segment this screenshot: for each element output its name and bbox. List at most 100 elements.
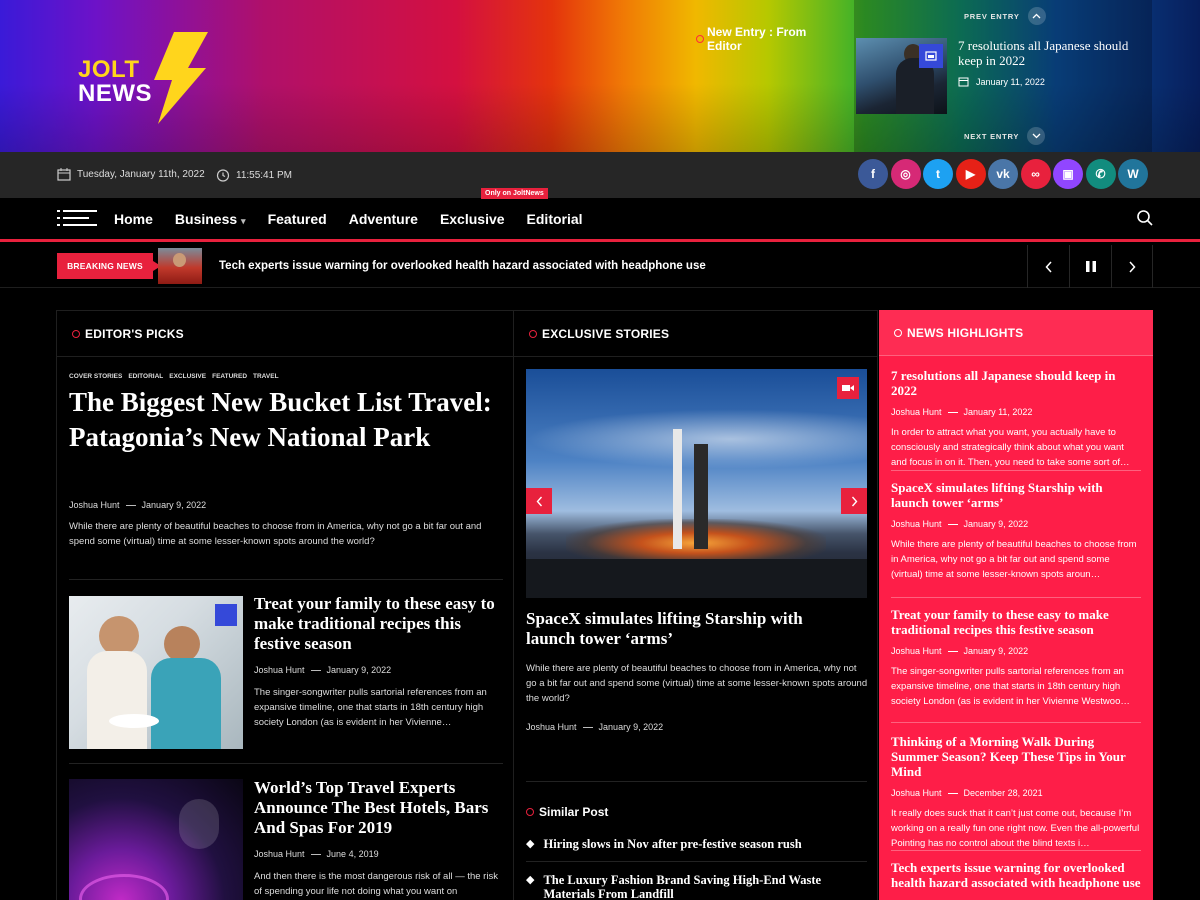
instagram-icon[interactable]: ◎ [890, 159, 921, 189]
category-tags: COVER STORIES EDITORIAL EXCLUSIVE FEATUR… [69, 373, 279, 380]
chevron-left-icon [536, 496, 542, 506]
ticker-prev-button[interactable] [1027, 245, 1069, 288]
section-heading: NEWS HIGHLIGHTS [879, 310, 1153, 356]
diamond-icon: ◆ [526, 838, 535, 850]
section-heading: EDITOR'S PICKS [57, 311, 513, 357]
author-name[interactable]: Joshua Hunt [254, 665, 305, 675]
youtube-icon[interactable]: ▶ [955, 159, 986, 189]
tag-exclusive[interactable]: EXCLUSIVE [169, 373, 206, 380]
article-title[interactable]: Treat your family to these easy to make … [254, 594, 504, 654]
site-logo[interactable]: JOLT NEWS [78, 30, 213, 125]
highlight-title[interactable]: Tech experts issue warning for overlooke… [891, 860, 1141, 890]
wordpress-icon[interactable]: W [1118, 159, 1148, 189]
article-date: January 9, 2022 [963, 646, 1029, 656]
new-entry-label[interactable]: New Entry : From Editor [696, 25, 816, 53]
chevron-right-icon [1129, 260, 1136, 273]
facebook-icon[interactable]: f [858, 159, 888, 189]
social-links: f ◎ t ▶ vk ∞ ▣ ✆ W [858, 159, 1148, 189]
author-name[interactable]: Joshua Hunt [254, 849, 305, 859]
twitter-icon[interactable]: t [923, 159, 953, 189]
main-article-title[interactable]: The Biggest New Bucket List Travel: Pata… [69, 385, 509, 455]
gallery-icon [215, 604, 237, 626]
slider-prev-button[interactable] [526, 488, 552, 514]
highlight-excerpt: The singer-songwriter pulls sartorial re… [891, 666, 1130, 707]
prev-entry-button[interactable]: PREV ENTRY [964, 7, 1046, 25]
author-name[interactable]: Joshua Hunt [891, 788, 942, 798]
nav-item-business[interactable]: Business ▾ [175, 211, 246, 227]
nav-badge: Only on JoltNews [481, 188, 548, 199]
author-name[interactable]: Joshua Hunt [891, 646, 942, 656]
tag-featured[interactable]: FEATURED [212, 373, 247, 380]
circle-icon [72, 329, 80, 338]
article-date: January 11, 2022 [963, 407, 1033, 417]
next-entry-button[interactable]: NEXT ENTRY [964, 127, 1046, 145]
video-camera-icon [837, 377, 859, 399]
info-bar: Tuesday, January 11th, 2022 11:55:41 PM … [0, 152, 1200, 198]
article-image[interactable] [69, 596, 243, 749]
highlight-title[interactable]: 7 resolutions all Japanese should keep i… [891, 368, 1141, 398]
entry-thumbnail[interactable] [856, 38, 947, 114]
nav-item-exclusive[interactable]: Exclusive [440, 211, 505, 227]
whatsapp-icon[interactable]: ✆ [1085, 159, 1116, 189]
chevron-down-icon: ▾ [241, 215, 246, 226]
tag-cover-stories[interactable]: COVER STORIES [69, 373, 122, 380]
article-date: January 9, 2022 [598, 722, 664, 732]
highlight-item: Tech experts issue warning for overlooke… [891, 860, 1141, 890]
entry-date: January 11, 2022 [958, 76, 1045, 87]
clock-icon [216, 169, 230, 182]
ticker-next-button[interactable] [1111, 245, 1153, 288]
similar-post-heading: Similar Post [526, 805, 608, 819]
gallery-icon [919, 44, 943, 68]
nav-item-adventure[interactable]: Adventure [349, 211, 418, 227]
diamond-icon: ◆ [526, 874, 535, 886]
article-date: December 28, 2021 [963, 788, 1043, 798]
author-name[interactable]: Joshua Hunt [891, 519, 942, 529]
highlight-meta: Joshua Hunt January 9, 2022 [891, 519, 1141, 529]
highlight-title[interactable]: Treat your family to these easy to make … [891, 607, 1141, 637]
article-meta: Joshua Hunt June 4, 2019 [254, 849, 379, 859]
section-heading: EXCLUSIVE STORIES [514, 311, 877, 357]
link-icon[interactable]: ∞ [1020, 159, 1051, 189]
main-article-excerpt: While there are plenty of beautiful beac… [69, 521, 482, 547]
highlight-item: Thinking of a Morning Walk During Summer… [891, 734, 1141, 851]
breaking-news-thumbnail[interactable] [158, 248, 202, 284]
article-date: January 9, 2022 [326, 665, 392, 675]
similar-post-item[interactable]: ◆ Hiring slows in Nov after pre-festive … [526, 837, 867, 852]
breaking-news-bar: BREAKING NEWS Tech experts issue warning… [0, 245, 1200, 288]
entry-title[interactable]: 7 resolutions all Japanese should keep i… [958, 38, 1148, 68]
highlight-item: 7 resolutions all Japanese should keep i… [891, 368, 1141, 470]
vk-icon[interactable]: vk [988, 159, 1018, 189]
main-article-meta: Joshua Hunt January 9, 2022 [69, 500, 206, 510]
article-image[interactable] [69, 779, 243, 900]
article-image[interactable] [526, 369, 867, 598]
article-title[interactable]: SpaceX simulates lifting Starship with l… [526, 609, 846, 649]
highlight-title[interactable]: SpaceX simulates lifting Starship with l… [891, 480, 1141, 510]
article-date: June 4, 2019 [326, 849, 379, 859]
chevron-up-icon [1027, 7, 1046, 25]
highlight-meta: Joshua Hunt January 9, 2022 [891, 646, 1141, 656]
nav-item-featured[interactable]: Featured [268, 211, 327, 227]
twitch-icon[interactable]: ▣ [1053, 159, 1083, 189]
tag-travel[interactable]: TRAVEL [253, 373, 279, 380]
author-name[interactable]: Joshua Hunt [526, 722, 577, 732]
tag-editorial[interactable]: EDITORIAL [128, 373, 163, 380]
article-meta: Joshua Hunt January 9, 2022 [254, 665, 391, 675]
circle-icon [894, 328, 902, 337]
menu-icon[interactable] [57, 208, 97, 228]
search-icon[interactable] [1136, 209, 1154, 232]
news-highlights-section: NEWS HIGHLIGHTS 7 resolutions all Japane… [879, 310, 1153, 900]
circle-icon [529, 329, 537, 338]
ticker-pause-button[interactable] [1069, 245, 1111, 288]
breaking-news-headline[interactable]: Tech experts issue warning for overlooke… [219, 260, 706, 272]
article-title[interactable]: World’s Top Travel Experts Announce The … [254, 778, 504, 838]
slider-next-button[interactable] [841, 488, 867, 514]
similar-post-item[interactable]: ◆ The Luxury Fashion Brand Saving High-E… [526, 873, 867, 900]
nav-item-editorial[interactable]: Editorial [527, 211, 583, 227]
highlight-meta: Joshua Hunt December 28, 2021 [891, 788, 1141, 798]
highlight-title[interactable]: Thinking of a Morning Walk During Summer… [891, 734, 1141, 779]
article-meta: Joshua Hunt January 9, 2022 [526, 722, 663, 732]
author-name[interactable]: Joshua Hunt [69, 500, 120, 510]
author-name[interactable]: Joshua Hunt [891, 407, 942, 417]
chevron-left-icon [1044, 260, 1052, 273]
nav-item-home[interactable]: Home [114, 211, 153, 227]
